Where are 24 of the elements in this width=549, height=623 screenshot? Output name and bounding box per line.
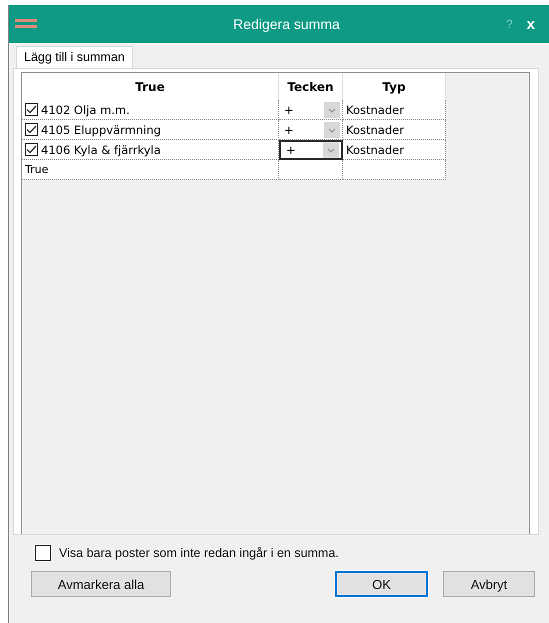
table-cell: Kostnader [343, 100, 446, 120]
tab[interactable]: Lägg till i summan [16, 46, 133, 68]
checkbox-label: Visa bara poster som inte redan ingår i en summa. [59, 546, 339, 560]
table-cell: Kostnader [343, 120, 446, 140]
account-name: 4106 Kyla & fjärrkyla [41, 142, 161, 156]
table-cell: Kostnader [343, 140, 446, 160]
dialog-button[interactable]: OK [335, 571, 428, 597]
column-header[interactable]: Typ [343, 73, 446, 100]
account-name: 4105 Eluppvärmning [41, 122, 161, 136]
checkbox[interactable] [25, 123, 38, 136]
account-name: 4102 Olja m.m. [41, 102, 130, 116]
sign-dropdown[interactable]: + [279, 100, 343, 120]
column-header[interactable]: Tecken [279, 73, 343, 100]
checkbox[interactable] [25, 103, 38, 116]
column-header[interactable]: True [22, 73, 279, 100]
sign-dropdown[interactable]: + [279, 140, 343, 160]
sign-dropdown[interactable]: + [279, 120, 343, 140]
checkbox[interactable] [35, 545, 51, 561]
checkbox[interactable] [25, 143, 38, 156]
close-button[interactable]: x [526, 16, 535, 32]
new-row-cell[interactable]: True [22, 160, 279, 180]
dialog-button[interactable]: Avbryt [443, 571, 535, 597]
window-title: Redigera summa [233, 16, 340, 32]
dialog-button[interactable]: Avmarkera alla [31, 571, 171, 597]
